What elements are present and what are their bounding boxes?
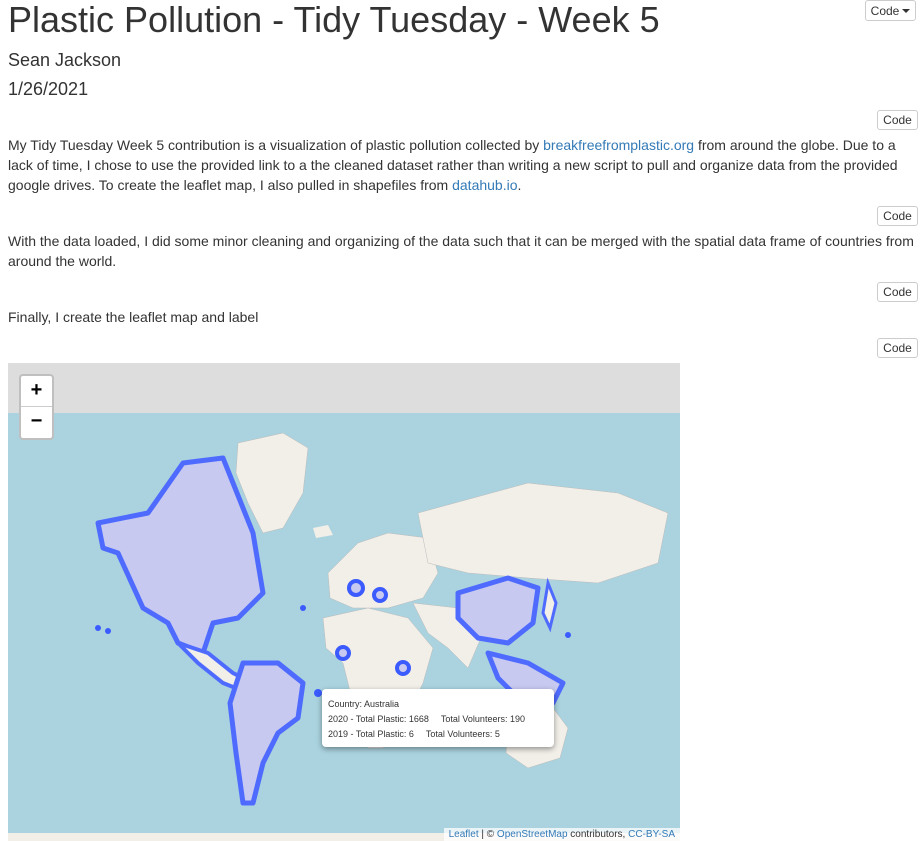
caret-down-icon — [902, 9, 911, 13]
island-dot — [105, 628, 111, 634]
intro-text-3: . — [517, 177, 522, 193]
popup-2020-plastic: 2020 - Total Plastic: 1668 — [328, 714, 429, 724]
author: Sean Jackson — [8, 50, 122, 70]
popup-2019-plastic: 2019 - Total Plastic: 6 — [328, 729, 414, 739]
code-toggle-button[interactable]: Code — [877, 110, 918, 130]
island-dot — [565, 632, 571, 638]
africa-highlight — [335, 645, 351, 661]
code-toggle-button[interactable]: Code — [877, 282, 918, 302]
island-dot — [95, 625, 101, 631]
popup-2020-volunteers: Total Volunteers: 190 — [440, 714, 525, 724]
intro-text-1: My Tidy Tuesday Week 5 contribution is a… — [8, 137, 544, 153]
code-toggle-button[interactable]: Code — [877, 206, 918, 226]
europe-highlight — [347, 579, 365, 597]
map-tiles — [8, 363, 680, 841]
attribution-sep: | © — [478, 829, 497, 840]
paragraph-map: Finally, I create the leaflet map and la… — [8, 309, 259, 325]
polar-band — [8, 363, 680, 413]
zoom-in-button[interactable]: + — [21, 376, 52, 407]
island-dot — [300, 605, 306, 611]
code-menu-button[interactable]: Code — [865, 0, 916, 21]
country-popup: Country: Australia 2020 - Total Plastic:… — [322, 689, 554, 747]
attribution-contrib: contributors, — [567, 829, 629, 840]
zoom-control: + − — [19, 374, 54, 440]
zoom-out-button[interactable]: − — [21, 407, 52, 437]
leaflet-map[interactable]: + − Country: Australia 2020 - Total Plas… — [8, 363, 680, 841]
popup-2020-row: 2020 - Total Plastic: 1668 Total Voluntee… — [328, 712, 548, 727]
europe-highlight — [372, 587, 388, 603]
page-title: Plastic Pollution - Tidy Tuesday - Week … — [8, 0, 660, 40]
popup-country: Country: Australia — [328, 699, 400, 709]
date: 1/26/2021 — [8, 79, 89, 99]
cc-by-sa-link[interactable]: CC-BY-SA — [628, 829, 675, 840]
africa-highlight — [395, 660, 411, 676]
code-menu-label: Code — [870, 3, 900, 18]
map-attribution: Leaflet | © OpenStreetMap contributors, … — [443, 828, 680, 841]
island-dot — [314, 689, 322, 697]
datahub-link[interactable]: datahub.io — [452, 177, 517, 193]
paragraph-intro: My Tidy Tuesday Week 5 contribution is a… — [8, 135, 918, 195]
leaflet-link[interactable]: Leaflet — [449, 829, 479, 840]
breakfreefromplastic-link[interactable]: breakfreefromplastic.org — [543, 137, 694, 153]
popup-2019-row: 2019 - Total Plastic: 6 Total Volunteers:… — [328, 727, 548, 742]
popup-2019-volunteers: Total Volunteers: 5 — [425, 729, 500, 739]
code-toggle-button[interactable]: Code — [877, 338, 918, 358]
paragraph-cleaning: With the data loaded, I did some minor c… — [8, 233, 914, 269]
openstreetmap-link[interactable]: OpenStreetMap — [497, 829, 568, 840]
